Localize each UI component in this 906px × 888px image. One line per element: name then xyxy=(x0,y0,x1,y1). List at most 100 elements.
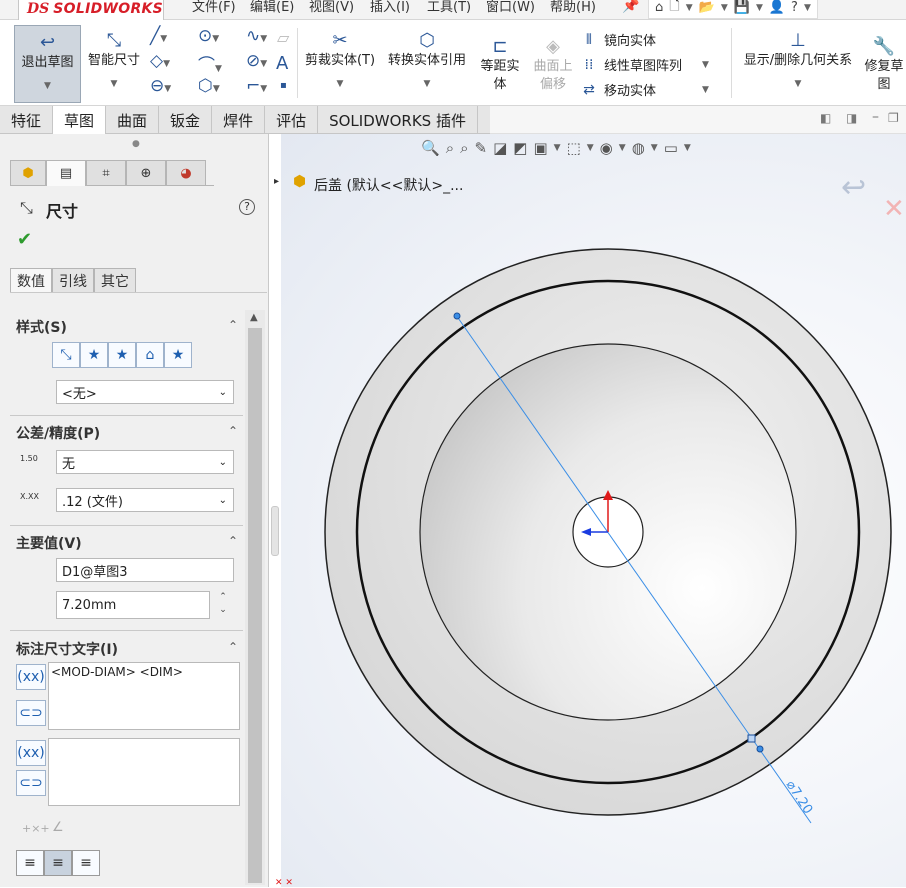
display-manager-tab-icon[interactable]: ◕ xyxy=(166,160,206,186)
rectangle-icon[interactable]: ◇▼ xyxy=(150,51,198,76)
precision-select[interactable]: .12 (文件) ⌄ xyxy=(56,488,234,512)
smart-dimension-dropdown-icon[interactable]: ▼ xyxy=(111,78,118,90)
tab-sketch[interactable]: 草图 xyxy=(53,106,107,134)
fillet-icon[interactable]: ⌐▼ xyxy=(246,76,294,101)
scroll-up-icon[interactable]: ▲ xyxy=(250,312,258,323)
home-icon[interactable]: ⌂ xyxy=(655,0,663,15)
splitter-handle[interactable] xyxy=(271,506,279,556)
tab-addins[interactable]: SOLIDWORKS 插件 xyxy=(318,106,478,134)
dimension-text-collapse-icon[interactable]: ⌃ xyxy=(228,640,238,654)
panel-scrollbar[interactable]: ▲ xyxy=(245,310,265,885)
apply-default-style-icon[interactable]: ⤡ xyxy=(52,342,80,368)
graphics-area[interactable]: 🔍 ⌕ ⌕ ✎ ◪ ◩ ▣ ▼ ⬚ ▼ ◉ ▼ ◍ ▼ ▭ ▼ ▸ ⬢ 后盖 (默认<<默… xyxy=(274,134,906,888)
dimension-value-field[interactable]: 7.20mm xyxy=(56,591,210,619)
save-icon[interactable]: 💾 xyxy=(734,0,750,15)
new-document-icon[interactable]: 🗋 xyxy=(669,0,679,19)
spin-up-icon[interactable]: ⌃ xyxy=(213,591,233,604)
menu-view[interactable]: 视图(V) xyxy=(309,0,354,15)
point-icon[interactable]: ▪ xyxy=(280,80,287,91)
exit-sketch-button[interactable]: ↩ 退出草图 ▼ xyxy=(14,25,81,103)
dimension-endpoint[interactable] xyxy=(756,745,764,753)
trim-entities-button[interactable]: ✂ 剪裁实体(T) ▼ xyxy=(302,30,378,90)
tolerance-collapse-icon[interactable]: ⌃ xyxy=(228,424,238,438)
menu-file[interactable]: 文件(F) xyxy=(192,0,236,15)
scrollbar-thumb[interactable] xyxy=(248,328,262,883)
subtab-other[interactable]: 其它 xyxy=(94,268,136,292)
dimension-text-area[interactable]: <MOD-DIAM> <DIM> xyxy=(48,662,240,730)
dimension-label[interactable]: ⌀7.20 xyxy=(783,778,816,817)
solidworks-logo[interactable]: DS SOLIDWORKS xyxy=(18,0,164,21)
tolerance-select[interactable]: 无 ⌄ xyxy=(56,450,234,474)
angle-symbol-icon[interactable]: ∠ xyxy=(52,820,64,835)
tab-evaluate[interactable]: 评估 xyxy=(265,106,319,134)
inspection-dimension-icon[interactable]: ⊂⊃ xyxy=(16,700,46,726)
tab-surfaces[interactable]: 曲面 xyxy=(106,106,160,134)
align-right-icon[interactable]: ≡ xyxy=(72,850,100,876)
minimize-icon[interactable]: – xyxy=(872,109,879,125)
exit-sketch-dropdown-icon[interactable]: ▼ xyxy=(44,80,51,92)
move-entities-button[interactable]: ⇄ 移动实体 ▼ xyxy=(580,77,728,102)
repair-sketch-button[interactable]: 🔧 修复草 图 xyxy=(862,36,906,93)
trim-dropdown-icon[interactable]: ▼ xyxy=(337,78,344,90)
panel-splitter[interactable] xyxy=(269,134,281,887)
dimension-endpoint[interactable] xyxy=(453,312,461,320)
primary-collapse-icon[interactable]: ⌃ xyxy=(228,534,238,548)
delete-style-icon[interactable]: ★ xyxy=(108,342,136,368)
save-style-icon[interactable]: ⌂ xyxy=(136,342,164,368)
spin-down-icon[interactable]: ⌄ xyxy=(213,604,233,617)
linear-pattern-button[interactable]: ⁞⁞ 线性草图阵列 ▼ xyxy=(580,52,728,77)
feature-manager-tab-icon[interactable]: ⬢ xyxy=(10,160,46,186)
help-icon[interactable]: ? xyxy=(239,199,255,215)
add-style-icon[interactable]: ★ xyxy=(80,342,108,368)
text-icon[interactable]: A xyxy=(276,53,288,74)
restore-icon[interactable]: ❐ xyxy=(888,111,899,125)
tree-expand-icon[interactable]: ▸ xyxy=(274,176,279,187)
subtab-leaders[interactable]: 引线 xyxy=(52,268,94,292)
arc-icon[interactable]: ⌒▼ xyxy=(198,51,246,76)
add-parentheses-icon[interactable]: (xx) xyxy=(16,664,46,690)
property-manager-tab-icon[interactable]: ▤ xyxy=(46,160,86,186)
display-relations-button[interactable]: ⊥ 显示/删除几何关系 ▼ xyxy=(736,30,860,90)
configuration-manager-tab-icon[interactable]: ⌗ xyxy=(86,160,126,186)
convert-dropdown-icon[interactable]: ▼ xyxy=(424,78,431,90)
dimension-name-field[interactable]: D1@草图3 xyxy=(56,558,234,582)
align-left-icon[interactable]: ≡ xyxy=(16,850,44,876)
dimension-handle[interactable] xyxy=(747,734,756,743)
ok-check-icon[interactable]: ✔ xyxy=(17,229,32,250)
user-icon[interactable]: 👤 xyxy=(769,0,785,15)
move-dropdown-icon[interactable]: ▼ xyxy=(702,85,709,95)
slot-icon[interactable]: ⊖▼ xyxy=(150,76,198,101)
add-parentheses-below-icon[interactable]: (xx) xyxy=(16,740,46,766)
offset-entities-button[interactable]: ⊏ 等距实 体 xyxy=(476,36,524,93)
relations-dropdown-icon[interactable]: ▼ xyxy=(795,78,802,90)
panel-grip[interactable]: ● xyxy=(132,139,140,149)
tile-right-icon[interactable]: ◨ xyxy=(846,111,857,125)
dimension-text-below-area[interactable] xyxy=(48,738,240,806)
inspection-below-icon[interactable]: ⊂⊃ xyxy=(16,770,46,796)
menu-edit[interactable]: 编辑(E) xyxy=(250,0,294,15)
circle-icon[interactable]: ⊙▼ xyxy=(198,26,246,51)
line-icon[interactable]: ╱▼ xyxy=(150,26,198,51)
tab-weldments[interactable]: 焊件 xyxy=(212,106,266,134)
dimension-symbol-icon[interactable]: +×+ xyxy=(22,822,50,835)
menu-window[interactable]: 窗口(W) xyxy=(486,0,535,15)
align-center-icon[interactable]: ≡ xyxy=(44,850,72,876)
mirror-entities-button[interactable]: ⫴ 镜向实体 xyxy=(580,27,728,52)
subtab-value[interactable]: 数值 xyxy=(10,268,52,292)
tab-sheet-metal[interactable]: 钣金 xyxy=(159,106,213,134)
plane-icon[interactable]: ▱ xyxy=(277,28,289,47)
surface-offset-button[interactable]: ◈ 曲面上 偏移 xyxy=(529,36,577,93)
menu-insert[interactable]: 插入(I) xyxy=(370,0,410,15)
smart-dimension-button[interactable]: ⤡ 智能尺寸 ▼ xyxy=(84,30,144,90)
style-collapse-icon[interactable]: ⌃ xyxy=(228,318,238,332)
style-select[interactable]: <无> ⌄ xyxy=(56,380,234,404)
convert-entities-button[interactable]: ⬡ 转换实体引用 ▼ xyxy=(384,30,470,90)
tab-features[interactable]: 特征 xyxy=(0,106,54,134)
linear-pattern-dropdown-icon[interactable]: ▼ xyxy=(702,60,709,70)
load-style-icon[interactable]: ★ xyxy=(164,342,192,368)
menu-tools[interactable]: 工具(T) xyxy=(427,0,471,15)
polygon-icon[interactable]: ⬡▼ xyxy=(198,76,246,101)
dimxpert-tab-icon[interactable]: ⊕ xyxy=(126,160,166,186)
value-spinner[interactable]: ⌃ ⌄ xyxy=(213,591,233,619)
help-icon[interactable]: ? xyxy=(791,0,798,15)
